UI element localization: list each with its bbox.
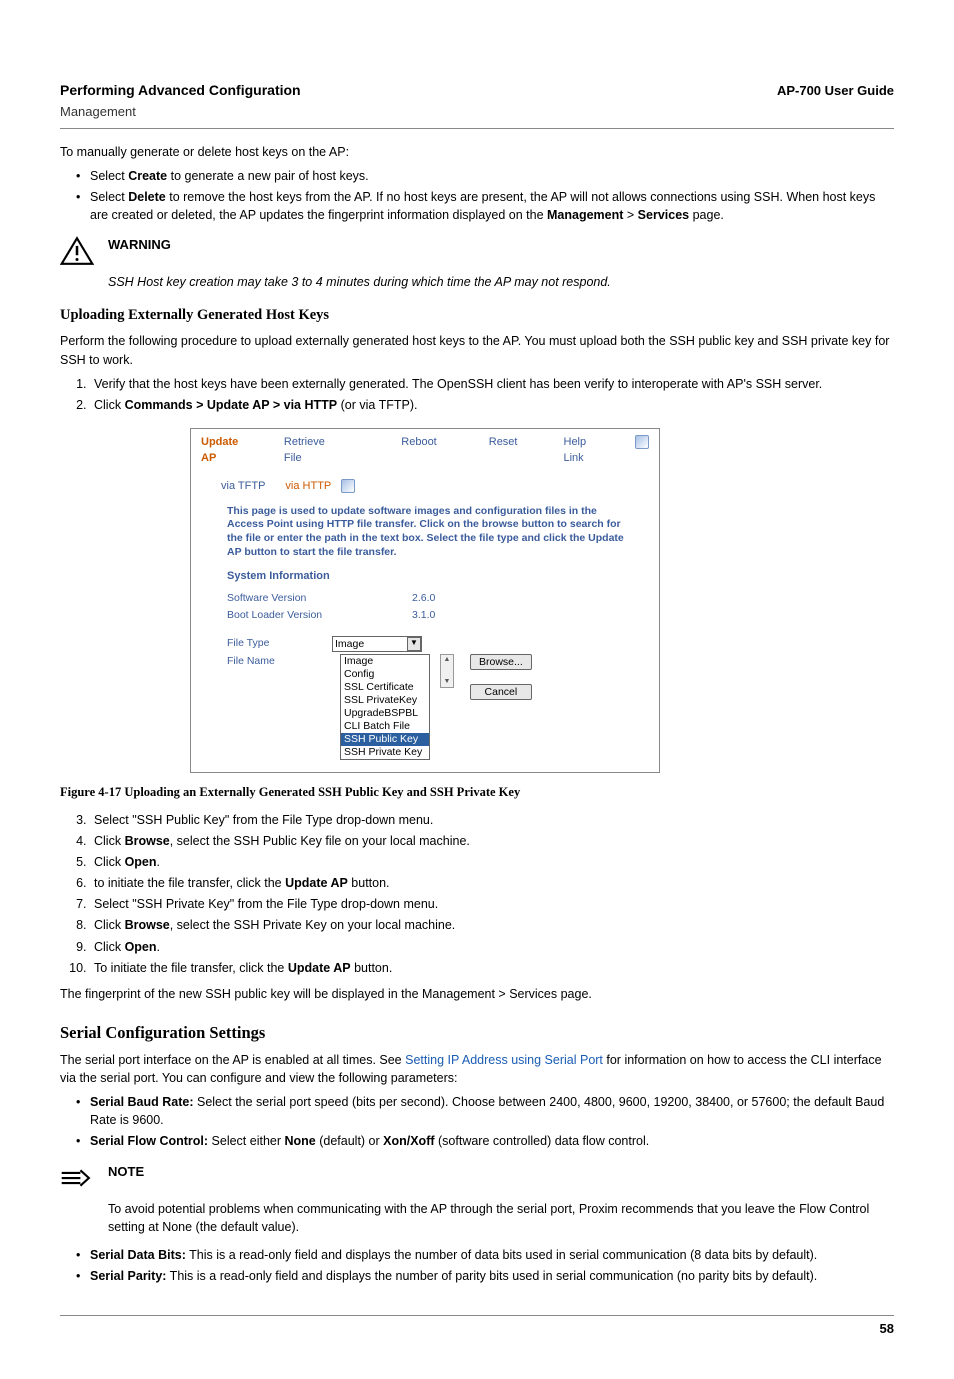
step-1: Verify that the host keys have been exte… xyxy=(90,375,894,393)
serial-port-link[interactable]: Setting IP Address using Serial Port xyxy=(405,1053,603,1067)
page-number: 58 xyxy=(60,1320,894,1339)
step-8: Click Browse, select the SSH Private Key… xyxy=(90,916,894,934)
dropdown-scrollbar[interactable]: ▲▼ xyxy=(440,654,454,688)
file-name-label: File Name xyxy=(227,654,332,669)
serial-heading: Serial Configuration Settings xyxy=(60,1021,894,1045)
figure-screenshot: Update AP Retrieve File Reboot Reset Hel… xyxy=(190,428,660,773)
header-rule xyxy=(60,128,894,129)
dd-opt-cli-batch[interactable]: CLI Batch File xyxy=(341,720,429,733)
serial-paragraph: The serial port interface on the AP is e… xyxy=(60,1051,894,1087)
footer-rule xyxy=(60,1315,894,1316)
subtab-corner-icon xyxy=(341,479,355,493)
dd-opt-ssl-privkey[interactable]: SSL PrivateKey xyxy=(341,694,429,707)
cancel-button[interactable]: Cancel xyxy=(470,684,532,700)
tab-corner-icon xyxy=(635,435,649,449)
file-type-select[interactable]: Image ▼ xyxy=(332,636,422,652)
boot-loader-version-label: Boot Loader Version xyxy=(227,608,332,623)
subtab-via-tftp[interactable]: via TFTP xyxy=(221,479,265,495)
step-7: Select "SSH Private Key" from the File T… xyxy=(90,895,894,913)
intro-lead: To manually generate or delete host keys… xyxy=(60,143,894,161)
serial-data-bits-bullet: Serial Data Bits: This is a read-only fi… xyxy=(90,1246,894,1264)
dropdown-arrow-icon[interactable]: ▼ xyxy=(407,637,421,651)
serial-flow-bullet: Serial Flow Control: Select either None … xyxy=(90,1132,894,1150)
dd-opt-ssh-private-key[interactable]: SSH Private Key xyxy=(341,746,429,759)
dd-opt-upgradebspbl[interactable]: UpgradeBSPBL xyxy=(341,707,429,720)
note-body: To avoid potential problems when communi… xyxy=(108,1200,894,1236)
boot-loader-version-value: 3.1.0 xyxy=(412,608,435,623)
page-header-left: Performing Advanced Configuration xyxy=(60,80,301,100)
software-version-label: Software Version xyxy=(227,591,332,606)
tab-update-ap[interactable]: Update AP xyxy=(201,435,256,467)
intro-bullet-delete: Select Delete to remove the host keys fr… xyxy=(90,188,894,224)
subtab-via-http[interactable]: via HTTP xyxy=(285,479,331,495)
serial-parity-bullet: Serial Parity: This is a read-only field… xyxy=(90,1267,894,1285)
file-type-dropdown-list[interactable]: Image Config SSL Certificate SSL Private… xyxy=(340,654,430,760)
page-header-right: AP-700 User Guide xyxy=(777,82,894,101)
note-title: NOTE xyxy=(108,1163,144,1182)
file-type-label: File Type xyxy=(227,636,332,651)
warning-body: SSH Host key creation may take 3 to 4 mi… xyxy=(108,273,894,291)
step-5: Click Open. xyxy=(90,853,894,871)
dd-opt-ssh-public-key[interactable]: SSH Public Key xyxy=(341,733,429,746)
step-10: To initiate the file transfer, click the… xyxy=(90,959,894,977)
upload-paragraph: Perform the following procedure to uploa… xyxy=(60,332,894,368)
fingerprint-paragraph: The fingerprint of the new SSH public ke… xyxy=(60,985,894,1003)
figure-caption: Figure 4-17 Uploading an Externally Gene… xyxy=(60,783,894,801)
tab-help-link[interactable]: Help Link xyxy=(564,435,610,467)
system-information-title: System Information xyxy=(227,569,631,585)
browse-button[interactable]: Browse... xyxy=(470,654,532,670)
software-version-value: 2.6.0 xyxy=(412,591,435,606)
warning-title: WARNING xyxy=(108,236,171,255)
step-4: Click Browse, select the SSH Public Key … xyxy=(90,832,894,850)
intro-bullet-create: Select Create to generate a new pair of … xyxy=(90,167,894,185)
note-icon xyxy=(60,1163,94,1198)
warning-icon xyxy=(60,236,94,271)
screenshot-description: This page is used to update software ima… xyxy=(227,505,631,560)
step-9: Click Open. xyxy=(90,938,894,956)
dd-opt-image[interactable]: Image xyxy=(341,655,429,668)
serial-baud-bullet: Serial Baud Rate: Select the serial port… xyxy=(90,1093,894,1129)
step-2: Click Commands > Update AP > via HTTP (o… xyxy=(90,396,894,414)
dd-opt-config[interactable]: Config xyxy=(341,668,429,681)
upload-heading: Uploading Externally Generated Host Keys xyxy=(60,305,894,326)
page-header-subtitle: Management xyxy=(60,103,894,122)
tab-reset[interactable]: Reset xyxy=(489,435,518,467)
step-6: to initiate the file transfer, click the… xyxy=(90,874,894,892)
step-3: Select "SSH Public Key" from the File Ty… xyxy=(90,811,894,829)
tab-retrieve-file[interactable]: Retrieve File xyxy=(284,435,345,467)
dd-opt-ssl-cert[interactable]: SSL Certificate xyxy=(341,681,429,694)
tab-reboot[interactable]: Reboot xyxy=(401,435,436,467)
